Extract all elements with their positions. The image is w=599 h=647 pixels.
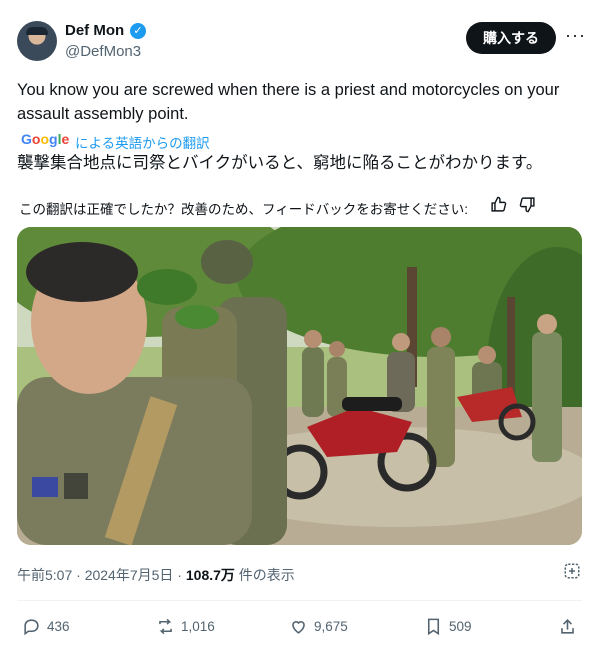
bookmark-count: 509 xyxy=(449,619,472,634)
tweet-text: You know you are screwed when there is a… xyxy=(17,81,560,123)
buy-button[interactable]: 購入する xyxy=(466,22,556,54)
like-count: 9,675 xyxy=(314,619,348,634)
reply-icon xyxy=(24,619,39,636)
author-name[interactable]: Def Mon xyxy=(65,22,124,39)
reply-button[interactable]: 436 xyxy=(22,617,70,636)
tweet-time[interactable]: 午前5:07 xyxy=(17,567,72,583)
meta-separator: · xyxy=(72,567,85,583)
bookmark-button[interactable]: 509 xyxy=(424,617,472,636)
reply-count: 436 xyxy=(47,619,70,634)
more-icon[interactable]: ··· xyxy=(565,25,586,46)
verified-badge-icon: ✓ xyxy=(130,23,146,39)
grok-icon[interactable] xyxy=(563,562,581,584)
author-handle[interactable]: @DefMon3 xyxy=(65,43,141,60)
avatar[interactable] xyxy=(17,21,57,61)
translation-feedback-prompt: この翻訳は正確でしたか？改善のため、フィードバックをお寄せください: xyxy=(19,202,468,217)
thumbs-up-icon[interactable] xyxy=(490,196,507,217)
like-button[interactable]: 9,675 xyxy=(289,617,348,636)
share-button[interactable] xyxy=(558,617,577,636)
tweet-date[interactable]: 2024年7月5日 xyxy=(85,567,174,583)
translated-text: 襲撃集合地点に司祭とバイクがいると、窮地に陥ることがわかります。 xyxy=(17,154,543,172)
views-count: 108.7万 xyxy=(185,567,235,583)
bookmark-icon xyxy=(427,618,440,636)
repost-icon xyxy=(159,618,172,635)
thumbs-down-icon[interactable] xyxy=(519,196,536,217)
tweet-meta: 午前5:07 · 2024年7月5日 · 108.7万 件の表示 xyxy=(17,565,295,585)
meta-separator-2: · xyxy=(173,567,186,583)
like-icon xyxy=(292,621,305,634)
divider xyxy=(17,600,582,601)
google-logo: Google xyxy=(21,131,70,147)
tweet-photo[interactable] xyxy=(17,227,582,545)
views-label: 件の表示 xyxy=(234,567,295,583)
translation-source-link[interactable]: による英語からの翻訳 xyxy=(75,132,210,152)
repost-count: 1,016 xyxy=(181,619,215,634)
share-icon xyxy=(561,619,574,634)
repost-button[interactable]: 1,016 xyxy=(156,617,215,636)
